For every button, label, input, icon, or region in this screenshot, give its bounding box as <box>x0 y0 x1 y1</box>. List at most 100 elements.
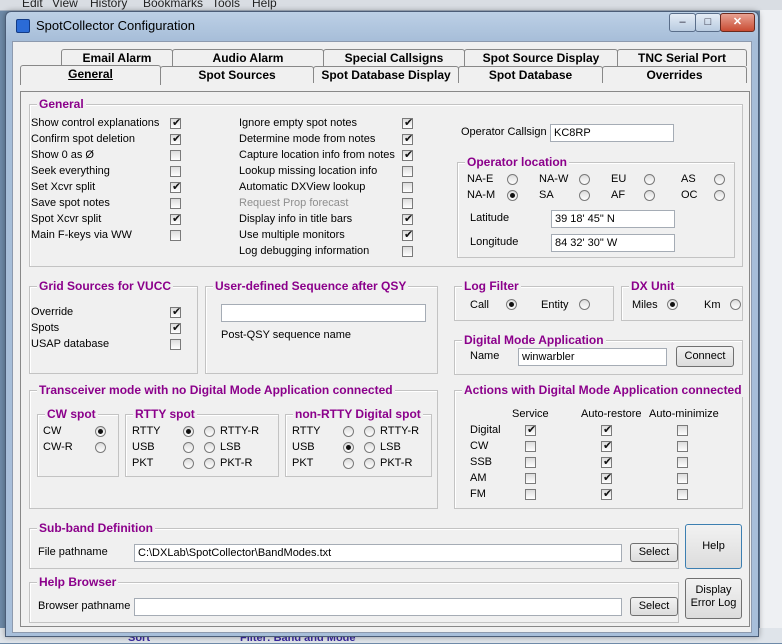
option-main-f-keys-via-ww-checkbox[interactable] <box>170 230 181 241</box>
option-lookup-missing-location-info-checkbox[interactable] <box>402 166 413 177</box>
action-am-minimize-checkbox[interactable] <box>677 473 688 484</box>
longitude-field[interactable]: 84 32' 30" W <box>551 234 675 252</box>
non-rtty-pkt-r-radio[interactable] <box>364 458 375 469</box>
option-show-0-as-checkbox[interactable] <box>170 150 181 161</box>
action-ssb-service-checkbox[interactable] <box>525 457 536 468</box>
dx-unit-km-radio[interactable] <box>730 299 741 310</box>
non-rtty-pkt-radio[interactable] <box>343 458 354 469</box>
action-fm-restore-checkbox[interactable] <box>601 487 612 500</box>
rtty-rtty-r-radio[interactable] <box>204 426 215 437</box>
action-digital-minimize-checkbox[interactable] <box>677 425 688 436</box>
option-show-control-explanations-checkbox[interactable] <box>170 116 181 129</box>
log-filter-entity-radio[interactable] <box>579 299 590 310</box>
option-display-info-in-title-bars-checkbox[interactable] <box>402 212 413 225</box>
bg-menu-edit[interactable]: Edit <box>22 0 43 10</box>
action-cw-minimize-checkbox[interactable] <box>677 441 688 452</box>
dx-unit-miles-radio[interactable] <box>667 299 678 310</box>
cw-cw-r-radio[interactable] <box>95 442 106 453</box>
action-digital-service-checkbox[interactable] <box>525 423 536 436</box>
tab-audio-alarm[interactable]: Audio Alarm <box>172 49 324 66</box>
bg-menu-history[interactable]: History <box>90 0 127 10</box>
option-show-0-as-label: Show 0 as Ø <box>31 149 94 161</box>
region-na-w-radio[interactable] <box>579 174 590 185</box>
tab-tnc-serial-port[interactable]: TNC Serial Port <box>617 49 747 66</box>
option-ignore-empty-spot-notes-checkbox[interactable] <box>402 116 413 129</box>
non-rtty-usb-radio[interactable] <box>343 442 354 453</box>
option-confirm-spot-deletion-checkbox[interactable] <box>170 132 181 145</box>
region-oc-radio[interactable] <box>714 190 725 201</box>
tab-spot-source-display[interactable]: Spot Source Display <box>464 49 618 66</box>
option-log-debugging-information-checkbox[interactable] <box>402 246 413 257</box>
action-fm-service-checkbox[interactable] <box>525 489 536 500</box>
sub-band-select-button[interactable]: Select <box>630 543 678 562</box>
option-save-spot-notes-checkbox[interactable] <box>170 198 181 209</box>
non-rtty-rtty-r-radio[interactable] <box>364 426 375 437</box>
grid-override-checkbox[interactable] <box>170 305 181 318</box>
actions-group: Actions with Digital Mode Application co… <box>454 383 744 509</box>
bg-menu-view[interactable]: View <box>52 0 78 10</box>
minimize-button[interactable]: – <box>669 13 696 32</box>
cw-cw-radio[interactable] <box>95 426 106 437</box>
action-am-service-checkbox[interactable] <box>525 473 536 484</box>
bg-menu-bookmarks[interactable]: Bookmarks <box>143 0 203 10</box>
option-seek-everything-checkbox[interactable] <box>170 166 181 177</box>
action-digital-restore-checkbox[interactable] <box>601 423 612 436</box>
tab-special-callsigns[interactable]: Special Callsigns <box>323 49 465 66</box>
option-capture-location-info-from-notes-checkbox[interactable] <box>402 148 413 161</box>
digital-app-name-field[interactable]: winwarbler <box>518 348 667 366</box>
tab-general[interactable]: General <box>20 65 161 85</box>
option-use-multiple-monitors-checkbox[interactable] <box>402 228 413 241</box>
help-button[interactable]: Help <box>685 524 742 569</box>
region-af-label: AF <box>611 189 626 201</box>
help-browser-select-button[interactable]: Select <box>630 597 678 616</box>
connect-button[interactable]: Connect <box>676 346 734 367</box>
non-rtty-lsb-radio[interactable] <box>364 442 375 453</box>
rtty-usb-radio[interactable] <box>183 442 194 453</box>
option-request-prop-forecast-checkbox[interactable] <box>402 198 413 209</box>
action-am-restore-checkbox[interactable] <box>601 471 612 484</box>
close-button[interactable]: ✕ <box>720 13 755 32</box>
tab-email-alarm[interactable]: Email Alarm <box>61 49 173 66</box>
option-automatic-dxview-lookup-checkbox[interactable] <box>402 182 413 193</box>
rtty-pkt-radio[interactable] <box>183 458 194 469</box>
maximize-button[interactable]: □ <box>695 13 721 32</box>
latitude-field[interactable]: 39 18' 45" N <box>551 210 675 228</box>
rtty-lsb-radio[interactable] <box>204 442 215 453</box>
grid-spots-checkbox[interactable] <box>170 321 181 334</box>
sub-band-pathname-field[interactable]: C:\DXLab\SpotCollector\BandModes.txt <box>134 544 622 562</box>
post-qsy-sequence-field[interactable] <box>221 304 426 322</box>
option-set-xcvr-split-checkbox[interactable] <box>170 180 181 193</box>
display-error-log-button[interactable]: Display Error Log <box>685 578 742 619</box>
action-ssb-restore-checkbox[interactable] <box>601 455 612 468</box>
action-ssb-minimize-checkbox[interactable] <box>677 457 688 468</box>
region-af-radio[interactable] <box>644 190 655 201</box>
region-sa-radio[interactable] <box>579 190 590 201</box>
region-na-e-radio[interactable] <box>507 174 518 185</box>
log-filter-call-radio[interactable] <box>506 299 517 310</box>
bg-menu-help[interactable]: Help <box>252 0 277 10</box>
cw-cw-r-label: CW-R <box>43 441 73 453</box>
cw-cw-label: CW <box>43 425 62 437</box>
tab-spot-database[interactable]: Spot Database <box>458 66 603 83</box>
tab-spot-database-display[interactable]: Spot Database Display <box>313 66 459 83</box>
digital-mode-app-title: Digital Mode Application <box>462 333 606 347</box>
tab-spot-sources[interactable]: Spot Sources <box>160 66 314 83</box>
tab-overrides[interactable]: Overrides <box>602 66 747 83</box>
operator-callsign-field[interactable]: KC8RP <box>550 124 674 142</box>
region-na-m-radio[interactable] <box>507 190 518 201</box>
browser-pathname-field[interactable] <box>134 598 622 616</box>
option-spot-xcvr-split-checkbox[interactable] <box>170 212 181 225</box>
rtty-rtty-radio[interactable] <box>183 426 194 437</box>
bg-menu-tools[interactable]: Tools <box>212 0 240 10</box>
action-fm-minimize-checkbox[interactable] <box>677 489 688 500</box>
non-rtty-rtty-radio[interactable] <box>343 426 354 437</box>
rtty-pkt-r-radio[interactable] <box>204 458 215 469</box>
browser-pathname-label: Browser pathname <box>38 600 131 612</box>
option-determine-mode-from-notes-checkbox[interactable] <box>402 132 413 145</box>
action-cw-service-checkbox[interactable] <box>525 441 536 452</box>
grid-usap-database-checkbox[interactable] <box>170 339 181 350</box>
dialog-client: Email Alarm Audio Alarm Special Callsign… <box>12 41 752 633</box>
region-as-radio[interactable] <box>714 174 725 185</box>
action-cw-restore-checkbox[interactable] <box>601 439 612 452</box>
region-eu-radio[interactable] <box>644 174 655 185</box>
